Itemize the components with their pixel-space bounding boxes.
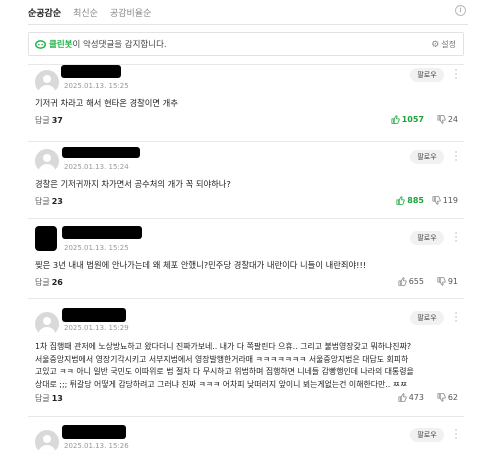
- comment-footer: 답글 13 473 62: [35, 393, 460, 405]
- comment-text-line: 상대로 ;;; 튀갈당 어떻게 감당하려고 그러냐 진짜 ㅋㅋㅋ 어차피 낮떠러…: [35, 379, 408, 389]
- comment-date: 2025.01.13. 15:26: [64, 442, 129, 450]
- dislike-button[interactable]: 91: [437, 277, 458, 286]
- gear-icon: ⚙: [431, 39, 440, 50]
- like-button[interactable]: 885: [396, 196, 424, 205]
- comment-text: 경찰은 기저귀까지 차가면서 공수처의 개가 꼭 되야하나?: [35, 179, 231, 189]
- dislike-count: 62: [447, 393, 458, 402]
- dislike-count: 24: [447, 115, 458, 124]
- like-button[interactable]: 655: [398, 277, 424, 286]
- avatar[interactable]: [35, 430, 59, 454]
- avatar[interactable]: [35, 149, 59, 173]
- info-icon[interactable]: i: [455, 5, 466, 16]
- redacted-avatar: [35, 226, 57, 251]
- avatar[interactable]: [35, 70, 59, 94]
- follow-button[interactable]: 팔로우: [410, 150, 444, 164]
- comment-text: 찢은 3년 내내 법원에 안나가는데 왜 체포 안했니?민주당 경찰대가 내란이…: [35, 260, 367, 270]
- reply-count: 37: [51, 116, 63, 125]
- comment-date: 2025.01.13. 15:25: [64, 82, 129, 90]
- thumbs-up-icon: [396, 196, 405, 205]
- redacted-username: [61, 65, 121, 78]
- reply-button[interactable]: 답글 13: [35, 393, 63, 404]
- cleanbot-brand: 클린봇: [49, 40, 73, 50]
- comment-item: 2025.01.13. 15:24 팔로우 · · · 경찰은 기저귀까지 차가면서…: [28, 142, 464, 210]
- redacted-username: [62, 425, 126, 439]
- comment-item: 2025.01.13. 15:26 팔로우 · · ·: [28, 417, 464, 456]
- thumbs-up-icon: [398, 277, 407, 286]
- reply-count: 13: [51, 394, 63, 403]
- comment-date: 2025.01.13. 15:24: [64, 163, 129, 171]
- dislike-button[interactable]: 24: [437, 115, 458, 124]
- thumbs-up-icon: [398, 393, 407, 402]
- reply-button[interactable]: 답글 23: [35, 196, 63, 207]
- like-count: 655: [408, 277, 424, 286]
- follow-button[interactable]: 팔로우: [410, 428, 444, 442]
- comment-text-line: 서울중앙지법에서 영장기각시키고 서부지법에서 영장발행한거라매 ㅋㅋㅋㅋㅋㅋㅋ…: [35, 354, 409, 364]
- dislike-count: 91: [447, 277, 458, 286]
- avatar[interactable]: [35, 312, 59, 336]
- comment-item: 2025.01.13. 15:29 팔로우 · · · 1차 집행때 관저에 노상방…: [28, 299, 464, 409]
- cleanbot-banner: 클린봇 이 악성댓글을 감지합니다. ⚙ 설정: [28, 32, 464, 56]
- like-count: 885: [407, 196, 424, 205]
- cleanbot-icon: [35, 39, 46, 49]
- redacted-username: [62, 147, 140, 158]
- comment-text: 1차 집행때 관저에 노상방뇨하고 왔다더니 진짜가보네.. 내가 다 쪽팔린다…: [35, 341, 460, 391]
- sort-bar: 순공감순 최신순 공감비율순 i: [28, 4, 468, 20]
- divider: [28, 24, 468, 25]
- like-count: 473: [408, 393, 424, 402]
- redacted-username: [62, 226, 142, 239]
- like-button[interactable]: 1057: [391, 115, 424, 124]
- follow-button[interactable]: 팔로우: [410, 231, 444, 245]
- more-options-icon[interactable]: · · ·: [454, 67, 458, 84]
- dislike-button[interactable]: 119: [432, 196, 458, 205]
- cleanbot-message: 이 악성댓글을 감지합니다.: [72, 40, 167, 50]
- reply-button[interactable]: 답글 37: [35, 115, 63, 126]
- more-options-icon[interactable]: · · ·: [454, 427, 458, 444]
- comment-footer: 답글 23 885 119: [35, 196, 460, 208]
- thumbs-up-icon: [391, 115, 400, 124]
- thumbs-down-icon: [432, 196, 441, 205]
- reply-button[interactable]: 답글 26: [35, 277, 63, 288]
- comment-text: 기저귀 차라고 해서 현타온 경찰이면 개추: [35, 98, 178, 108]
- comment-text-line: 고있고 ㅋㅋ 아니 일반 국민도 이따위로 법 절차 다 무시하고 위법하며 집…: [35, 367, 414, 377]
- follow-button[interactable]: 팔로우: [410, 68, 444, 82]
- more-options-icon[interactable]: · · ·: [454, 310, 458, 327]
- comment-text-line: 1차 집행때 관저에 노상방뇨하고 왔다더니 진짜가보네.. 내가 다 쪽팔린다…: [35, 342, 412, 351]
- follow-button[interactable]: 팔로우: [410, 311, 444, 325]
- thumbs-down-icon: [437, 115, 446, 124]
- dislike-count: 119: [442, 196, 458, 205]
- more-options-icon[interactable]: · · ·: [454, 149, 458, 166]
- sort-tab-latest[interactable]: 최신순: [73, 6, 98, 19]
- sort-tab-top-likes[interactable]: 순공감순: [28, 6, 61, 19]
- like-count: 1057: [401, 115, 424, 124]
- comment-footer: 답글 26 655 91: [35, 277, 460, 289]
- cleanbot-settings-button[interactable]: ⚙ 설정: [431, 39, 456, 50]
- thumbs-down-icon: [437, 277, 446, 286]
- comment-date: 2025.01.13. 15:29: [64, 324, 129, 332]
- thumbs-down-icon: [437, 393, 446, 402]
- like-button[interactable]: 473: [398, 393, 424, 402]
- comment-item: 2025.01.13. 15:25 팔로우 · · · 기저귀 차라고 해서 현타온…: [28, 65, 464, 133]
- comment-date: 2025.01.13. 15:25: [64, 244, 129, 252]
- dislike-button[interactable]: 62: [437, 393, 458, 402]
- more-options-icon[interactable]: · · ·: [454, 230, 458, 247]
- comment-footer: 답글 37 1057 24: [35, 115, 460, 127]
- settings-label: 설정: [441, 40, 456, 49]
- comment-item: 2025.01.13. 15:25 팔로우 · · · 찢은 3년 내내 법원에 안…: [28, 219, 464, 291]
- reply-count: 23: [51, 197, 63, 206]
- redacted-username: [62, 308, 126, 322]
- reply-count: 26: [51, 278, 63, 287]
- sort-tab-like-ratio[interactable]: 공감비율순: [110, 6, 151, 19]
